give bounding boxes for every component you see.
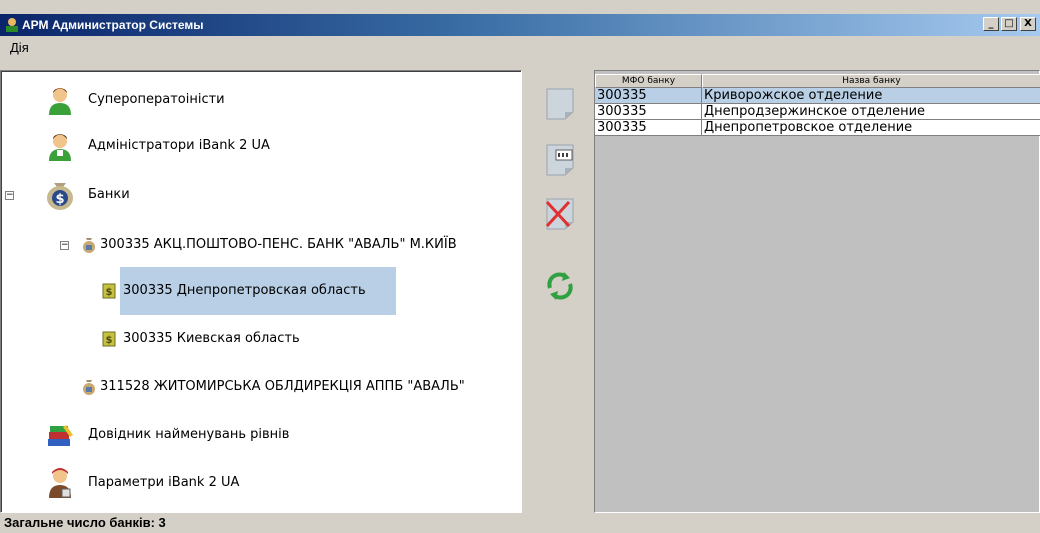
column-header-mfo[interactable]: МФО банку (595, 74, 702, 88)
tree-item-label: Параметри iBank 2 UA (88, 475, 240, 490)
title-bar[interactable]: АРМ Администратор Системы _ □ X (0, 14, 1040, 36)
cell-mfo: 300335 (595, 104, 702, 120)
tree-item-superoperators[interactable]: Супероператоіністи (0, 88, 520, 115)
tree-item-label: 300335 АКЦ.ПОШТОВО-ПЕНС. БАНК "АВАЛЬ" М.… (100, 237, 457, 252)
books-icon (48, 425, 73, 446)
table-row[interactable]: 300335 Днепропетровское отделение (595, 120, 1040, 136)
tree-item-bank-aval[interactable]: − 300335 АКЦ.ПОШТОВО-ПЕНС. БАНК "АВАЛЬ" … (0, 233, 520, 257)
svg-text:$: $ (106, 287, 113, 298)
svg-text:$: $ (55, 192, 64, 207)
tree-item-parameters[interactable]: Параметри iBank 2 UA (0, 468, 520, 498)
money-bag-icon: $ (47, 183, 73, 210)
banknote-icon: $ (102, 283, 116, 299)
app-window: АРМ Администратор Системы _ □ X Дія Супе… (0, 0, 1040, 533)
tree-item-label: Довідник найменувань рівнів (88, 427, 290, 442)
bank-count-status: Загальне число банків: 3 (4, 515, 166, 530)
bank-bag-icon (83, 380, 95, 395)
tree-item-administrators[interactable]: Адміністратори iBank 2 UA (0, 134, 520, 161)
bank-bag-icon (83, 238, 95, 253)
tree-item-label: Супероператоіністи (88, 92, 225, 107)
cell-name: Днепродзержинское отделение (702, 104, 1040, 120)
cell-mfo: 300335 (595, 120, 702, 136)
administrator-icon (49, 134, 71, 161)
menu-bar: Дія (0, 36, 1040, 58)
table-row[interactable]: 300335 Днепродзержинское отделение (595, 104, 1040, 120)
tree-item-label: Банки (88, 187, 130, 202)
tree-item-label: 300335 Киевская область (123, 331, 300, 346)
cell-name: Днепропетровское отделение (702, 120, 1040, 136)
bank-table[interactable]: МФО банку Назва банку 300335 Криворожско… (594, 70, 1040, 513)
superoperator-icon (49, 88, 71, 115)
table-header: МФО банку Назва банку (595, 74, 1040, 88)
toolbar (526, 70, 594, 513)
refresh-icon[interactable] (542, 268, 578, 304)
tree-item-dnipro-region[interactable]: $ 300335 Днепропетровская область (0, 279, 520, 303)
banknote-icon: $ (102, 331, 116, 347)
tree-item-label: 300335 Днепропетровская область (123, 283, 366, 298)
settings-user-icon (49, 468, 71, 498)
new-document-icon[interactable] (542, 86, 578, 122)
window-title: АРМ Администратор Системы (22, 18, 204, 32)
edit-document-icon[interactable] (542, 142, 578, 178)
tree-item-level-names[interactable]: Довідник найменувань рівнів (0, 423, 520, 447)
tree-item-kyiv-region[interactable]: $ 300335 Киевская область (0, 327, 520, 351)
table-row[interactable]: 300335 Криворожское отделение (595, 88, 1040, 104)
tree-item-label: Адміністратори iBank 2 UA (88, 138, 270, 153)
cell-mfo: 300335 (595, 88, 702, 104)
maximize-button[interactable]: □ (1001, 17, 1017, 31)
menu-item-action[interactable]: Дія (10, 40, 29, 55)
minimize-button[interactable]: _ (983, 17, 999, 31)
collapse-toggle[interactable]: − (60, 241, 69, 250)
close-button[interactable]: X (1020, 17, 1036, 31)
cell-name: Криворожское отделение (702, 88, 1040, 104)
column-header-name[interactable]: Назва банку (702, 74, 1040, 88)
tree-item-banks[interactable]: − $ Банки (0, 183, 520, 210)
svg-text:$: $ (106, 335, 113, 346)
delete-document-icon[interactable] (542, 196, 578, 232)
tree-item-zhytomyr[interactable]: 311528 ЖИТОМИРСЬКА ОБЛДИРЕКЦІЯ АППБ "АВА… (0, 375, 520, 399)
tree-item-label: 311528 ЖИТОМИРСЬКА ОБЛДИРЕКЦІЯ АППБ "АВА… (100, 379, 465, 394)
app-icon (6, 18, 18, 32)
status-bar: Загальне число банків: 3 (0, 513, 1040, 533)
collapse-toggle[interactable]: − (5, 191, 14, 200)
